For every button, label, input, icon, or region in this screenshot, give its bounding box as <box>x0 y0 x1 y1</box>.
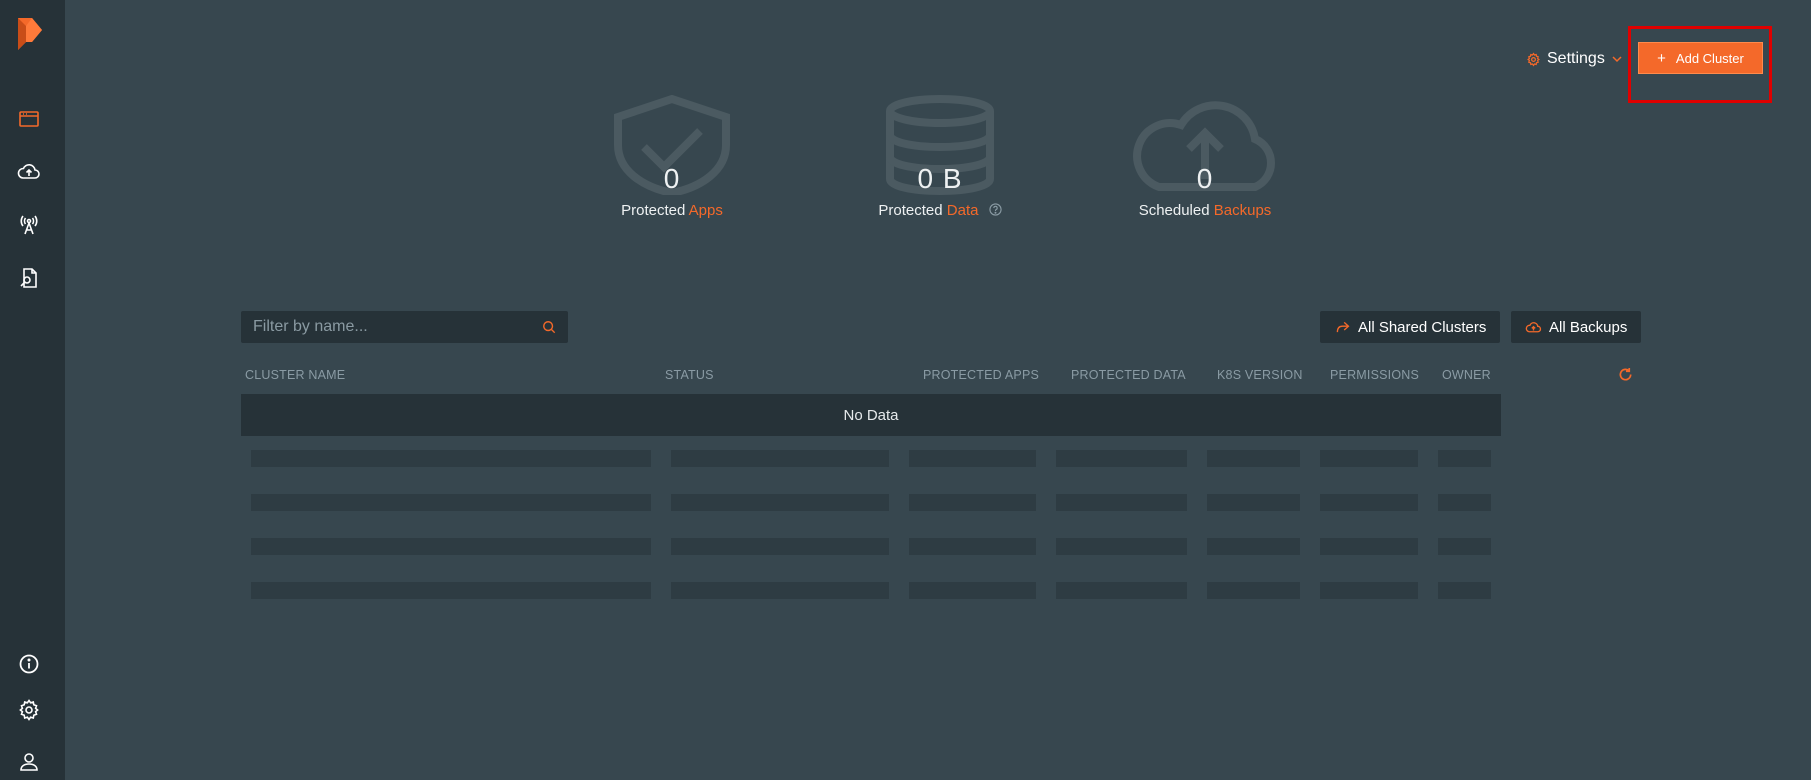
skeleton-bar <box>1207 494 1300 511</box>
stat-label: Protected Data <box>840 202 1040 219</box>
antenna-icon[interactable] <box>16 212 42 238</box>
stat-label-accent: Data <box>946 202 979 219</box>
stat-scheduled-backups: 0 Scheduled Backups <box>1105 95 1305 225</box>
stat-label-prefix: Protected <box>621 202 686 219</box>
filter-input[interactable] <box>253 318 542 336</box>
add-cluster-button[interactable]: + Add Cluster <box>1638 42 1763 74</box>
skeleton-bar <box>909 494 1036 511</box>
skeleton-bar <box>1438 450 1491 467</box>
skeleton-bar <box>1207 538 1300 555</box>
stat-value: 0 B <box>917 163 963 194</box>
column-header[interactable]: OWNER <box>1442 368 1491 382</box>
skeleton-bar <box>251 538 651 555</box>
skeleton-bar <box>1056 494 1187 511</box>
skeleton-bar <box>251 494 651 511</box>
all-shared-clusters-button[interactable]: All Shared Clusters <box>1320 311 1501 343</box>
stat-label-prefix: Protected <box>878 202 943 219</box>
skeleton-bar <box>1438 538 1491 555</box>
main-content: Settings + Add Cluster 0 Protected Apps … <box>65 0 1811 780</box>
info-icon[interactable] <box>16 651 42 677</box>
skeleton-bar <box>1056 450 1187 467</box>
empty-state-row: No Data <box>241 394 1501 436</box>
skeleton-bar <box>1320 538 1418 555</box>
stat-label-accent: Backups <box>1213 202 1272 219</box>
cloud-upload-icon[interactable] <box>16 159 42 185</box>
add-cluster-label: Add Cluster <box>1675 50 1744 66</box>
share-icon <box>1336 321 1350 332</box>
skeleton-bar <box>671 494 889 511</box>
stat-protected-data: 0 B Protected Data <box>840 95 1040 225</box>
skeleton-bar <box>1438 494 1491 511</box>
settings-label: Settings <box>1547 50 1605 67</box>
column-header[interactable]: PROTECTED DATA <box>1071 368 1186 382</box>
stat-label-accent: Apps <box>688 202 723 219</box>
skeleton-bar <box>251 450 651 467</box>
chevron-down-icon <box>1612 56 1622 63</box>
skeleton-bar <box>251 582 651 599</box>
refresh-icon[interactable] <box>1618 367 1633 382</box>
column-header[interactable]: STATUS <box>665 368 714 382</box>
skeleton-bar <box>1438 582 1491 599</box>
skeleton-bar <box>1207 450 1300 467</box>
stat-protected-apps: 0 Protected Apps <box>572 95 772 225</box>
column-header[interactable]: K8S VERSION <box>1217 368 1303 382</box>
applications-icon[interactable] <box>16 106 42 132</box>
help-icon[interactable] <box>988 203 1002 216</box>
skeleton-bar <box>909 450 1036 467</box>
all-shared-clusters-label: All Shared Clusters <box>1358 318 1487 336</box>
cloud-upload-icon <box>1525 321 1542 332</box>
skeleton-bar <box>1056 582 1187 599</box>
no-data-text: No Data <box>843 406 899 424</box>
plus-icon: + <box>1657 49 1666 67</box>
column-header[interactable]: PERMISSIONS <box>1330 368 1419 382</box>
filter-box <box>241 311 568 343</box>
stat-value: 0 <box>663 163 681 194</box>
all-backups-label: All Backups <box>1549 318 1628 336</box>
stat-label: Scheduled Backups <box>1105 202 1305 219</box>
skeleton-bar <box>1320 582 1418 599</box>
skeleton-bar <box>909 582 1036 599</box>
skeleton-bar <box>671 538 889 555</box>
user-icon[interactable] <box>16 749 42 775</box>
portworx-logo[interactable] <box>14 14 44 60</box>
column-header[interactable]: CLUSTER NAME <box>245 368 345 382</box>
search-icon[interactable] <box>542 320 556 334</box>
skeleton-bar <box>671 582 889 599</box>
stat-value: 0 <box>1196 163 1214 194</box>
skeleton-bar <box>909 538 1036 555</box>
gear-icon <box>1527 51 1540 67</box>
documents-icon[interactable] <box>16 265 42 291</box>
skeleton-bar <box>1056 538 1187 555</box>
gear-icon[interactable] <box>16 697 42 723</box>
skeleton-bar <box>671 450 889 467</box>
stat-label: Protected Apps <box>572 202 772 219</box>
skeleton-bar <box>1207 582 1300 599</box>
stat-label-prefix: Scheduled <box>1138 202 1210 219</box>
column-header[interactable]: PROTECTED APPS <box>923 368 1039 382</box>
skeleton-bar <box>1320 450 1418 467</box>
sidebar <box>0 0 65 780</box>
all-backups-button[interactable]: All Backups <box>1511 311 1642 343</box>
skeleton-bar <box>1320 494 1418 511</box>
settings-menu[interactable]: Settings <box>1526 48 1623 70</box>
